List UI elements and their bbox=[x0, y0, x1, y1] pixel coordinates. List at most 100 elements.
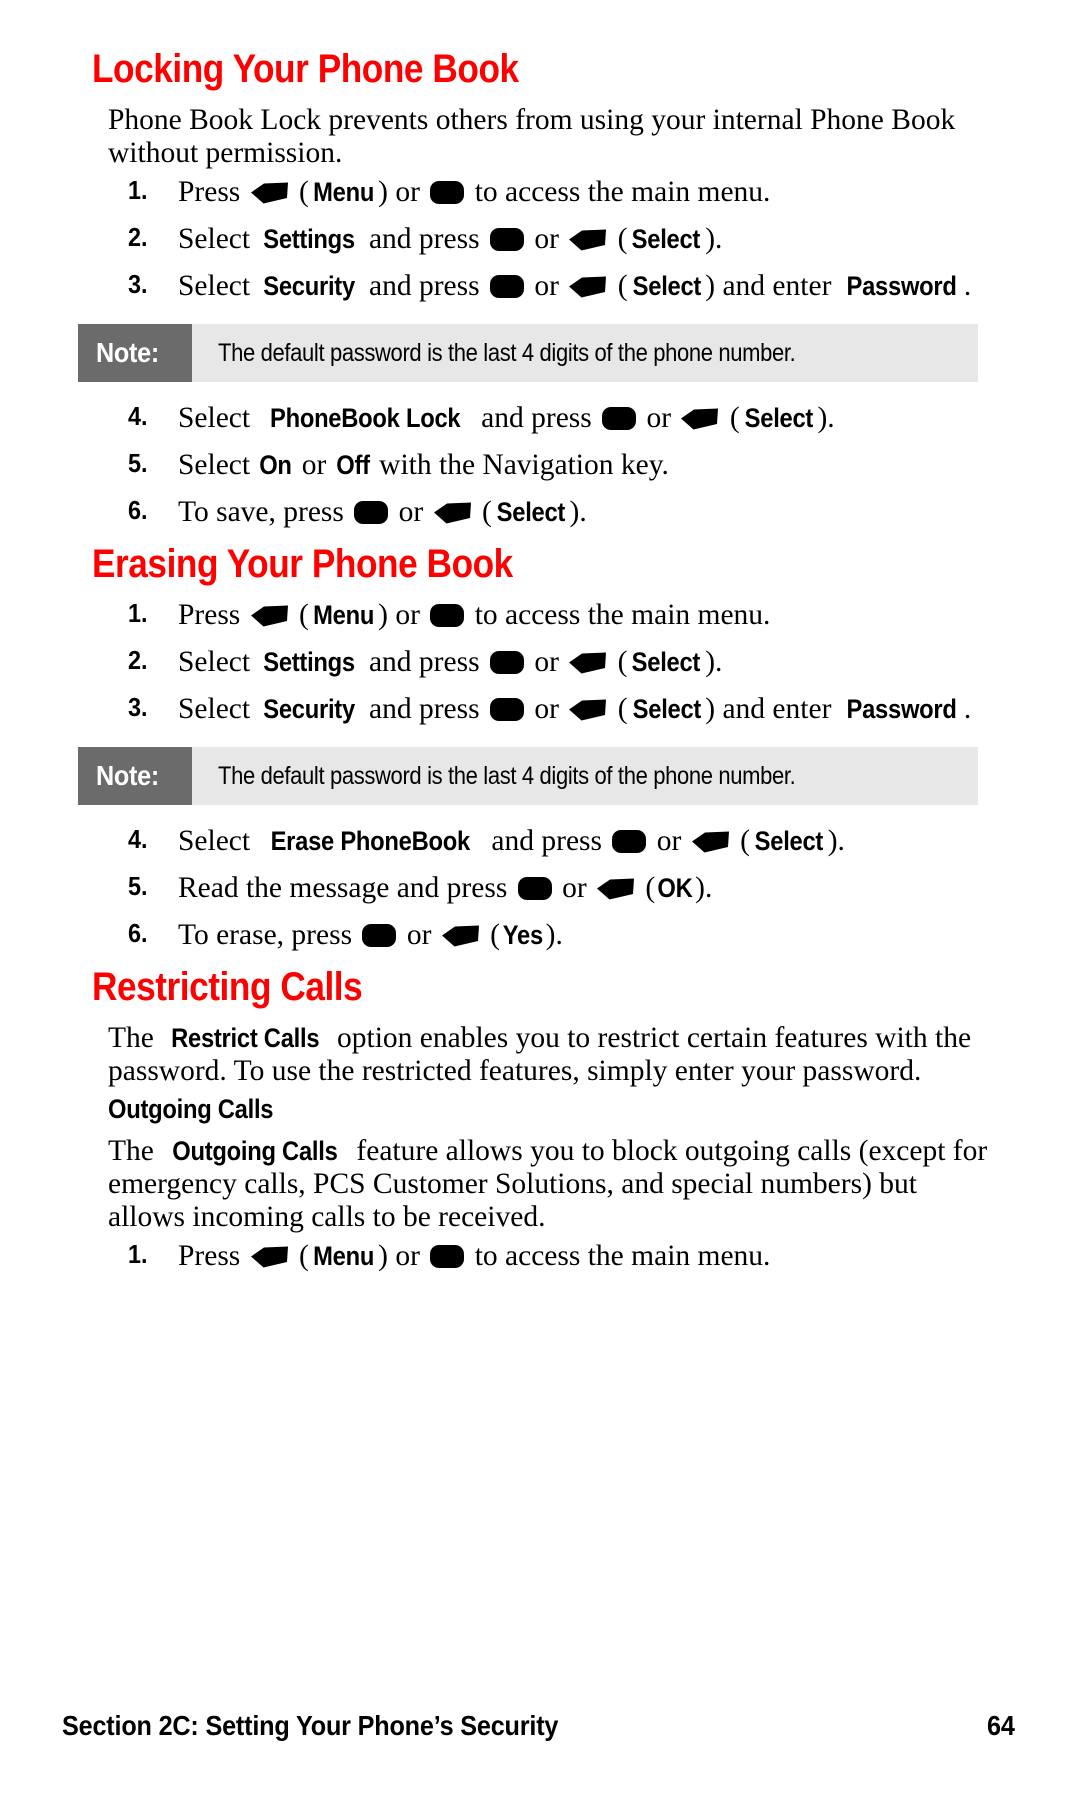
ui-term: Outgoing Calls bbox=[172, 1136, 339, 1167]
ui-term: Select bbox=[632, 647, 701, 678]
ui-term: Menu bbox=[313, 600, 375, 631]
step-item: 5. Select On or Off with the Navigation k… bbox=[70, 448, 1010, 483]
section-intro-restricting: The Restrict Calls option enables you to… bbox=[108, 1022, 972, 1088]
ui-term: Select bbox=[632, 224, 701, 255]
ok-round-button-icon bbox=[489, 275, 524, 299]
softkey-arrow-icon bbox=[681, 405, 719, 430]
section-restricting-calls: Restricting Calls The Restrict Calls opt… bbox=[70, 966, 1010, 1274]
step-text: Select Settings and press or (Select). bbox=[178, 646, 723, 679]
step-text: Read the message and press or (OK). bbox=[178, 872, 713, 905]
ok-round-button-icon bbox=[430, 1245, 465, 1269]
note-text: The default password is the last 4 digit… bbox=[218, 338, 796, 367]
step-number: 3. bbox=[128, 269, 148, 300]
ok-round-button-icon bbox=[489, 698, 524, 722]
step-number: 2. bbox=[128, 645, 148, 676]
step-text: Select Erase PhoneBook and press or (Sel… bbox=[178, 825, 845, 858]
ui-term: Password bbox=[846, 694, 957, 725]
step-item: 1. Press (Menu) or to access the main men… bbox=[70, 175, 1010, 210]
step-text: To erase, press or (Yes). bbox=[178, 919, 563, 952]
ui-term: Select bbox=[632, 271, 701, 302]
step-number: 2. bbox=[128, 222, 148, 253]
step-item: 5. Read the message and press or (OK). bbox=[70, 871, 1010, 906]
step-text: Select Security and press or (Select) an… bbox=[178, 270, 972, 303]
step-number: 5. bbox=[128, 871, 148, 902]
softkey-arrow-icon bbox=[433, 499, 472, 524]
softkey-arrow-icon bbox=[569, 226, 607, 251]
footer-section-label: Section 2C: Setting Your Phone’s Securit… bbox=[62, 1710, 559, 1741]
step-text: Select PhoneBook Lock and press or (Sele… bbox=[178, 402, 835, 435]
note-text: The default password is the last 4 digit… bbox=[218, 761, 796, 790]
steps-list-locking-1: 1. Press (Menu) or to access the main men… bbox=[70, 175, 1010, 304]
ui-term: Select bbox=[496, 497, 565, 528]
ui-term: Select bbox=[754, 826, 824, 857]
steps-list-outgoing-calls: 1. Press (Menu) or to access the main men… bbox=[70, 1240, 1010, 1274]
steps-list-erasing-1: 1. Press (Menu) or to access the main men… bbox=[70, 598, 1010, 727]
subsection-heading-outgoing-calls: Outgoing Calls bbox=[108, 1094, 274, 1125]
note-box-locking: Note: The default password is the last 4… bbox=[78, 324, 978, 383]
step-item: 1. Press (Menu) or to access the main men… bbox=[70, 598, 1010, 633]
step-number: 4. bbox=[128, 824, 148, 855]
softkey-arrow-icon bbox=[250, 602, 289, 627]
ui-term: Settings bbox=[263, 224, 356, 255]
ok-round-button-icon bbox=[602, 407, 637, 431]
ok-round-button-icon bbox=[489, 228, 524, 252]
softkey-arrow-icon bbox=[250, 179, 289, 204]
section-locking-your-phone-book: Locking Your Phone Book Phone Book Lock … bbox=[70, 48, 1010, 530]
step-item: 1. Press (Menu) or to access the main men… bbox=[70, 1240, 1010, 1274]
step-item: 6. To erase, press or (Yes). bbox=[70, 918, 1010, 953]
step-item: 2. Select Settings and press or (Select). bbox=[70, 645, 1010, 680]
step-number: 1. bbox=[128, 1239, 148, 1270]
step-number: 1. bbox=[128, 175, 148, 206]
step-text: Press (Menu) or to access the main menu. bbox=[178, 1240, 771, 1273]
ui-term: Menu bbox=[313, 1241, 375, 1272]
steps-list-locking-2: 4. Select PhoneBook Lock and press or (Se… bbox=[70, 401, 1010, 530]
step-item: 2. Select Settings and press or (Select). bbox=[70, 222, 1010, 257]
ui-term: Settings bbox=[263, 647, 356, 678]
step-item: 3. Select Security and press or (Select) … bbox=[70, 692, 1010, 727]
ok-round-button-icon bbox=[362, 924, 397, 948]
footer-page-number: 64 bbox=[987, 1710, 1015, 1741]
section-heading-restricting: Restricting Calls bbox=[92, 965, 363, 1010]
ui-term: Select bbox=[632, 694, 701, 725]
softkey-arrow-icon bbox=[569, 649, 607, 674]
step-text: Select Security and press or (Select) an… bbox=[178, 693, 972, 726]
step-number: 1. bbox=[128, 598, 148, 629]
step-item: 6. To save, press or (Select). bbox=[70, 495, 1010, 530]
ui-term: Restrict Calls bbox=[171, 1023, 320, 1054]
ui-term: PhoneBook Lock bbox=[270, 403, 461, 434]
ok-round-button-icon bbox=[517, 877, 552, 901]
softkey-arrow-icon bbox=[569, 696, 607, 721]
ui-term: OK bbox=[657, 873, 693, 904]
step-text: Select Settings and press or (Select). bbox=[178, 223, 723, 256]
step-item: 3. Select Security and press or (Select) … bbox=[70, 269, 1010, 304]
step-item: 4. Select PhoneBook Lock and press or (Se… bbox=[70, 401, 1010, 436]
step-text: Select On or Off with the Navigation key… bbox=[178, 449, 669, 482]
section-heading-erasing: Erasing Your Phone Book bbox=[92, 542, 513, 587]
subsection-intro-outgoing-calls: The Outgoing Calls feature allows you to… bbox=[108, 1135, 988, 1234]
softkey-arrow-icon bbox=[691, 828, 730, 853]
ui-term: Security bbox=[263, 271, 356, 302]
softkey-arrow-icon bbox=[441, 922, 480, 947]
step-text: To save, press or (Select). bbox=[178, 496, 587, 529]
ui-term: Security bbox=[263, 694, 356, 725]
ui-term: Password bbox=[846, 271, 957, 302]
step-number: 6. bbox=[128, 495, 148, 526]
step-item: 4. Select Erase PhoneBook and press or (S… bbox=[70, 824, 1010, 859]
note-label: Note: bbox=[78, 324, 192, 383]
ui-term: Erase PhoneBook bbox=[271, 826, 471, 857]
section-intro-locking: Phone Book Lock prevents others from usi… bbox=[108, 104, 956, 170]
step-number: 5. bbox=[128, 448, 148, 479]
ui-term: Off bbox=[335, 450, 370, 481]
step-text: Press (Menu) or to access the main menu. bbox=[178, 599, 771, 632]
ok-round-button-icon bbox=[354, 501, 389, 525]
page-footer: Section 2C: Setting Your Phone’s Securit… bbox=[62, 1710, 1018, 1742]
ui-term: On bbox=[259, 450, 293, 481]
ui-term: Menu bbox=[313, 177, 375, 208]
document-page: Locking Your Phone Book Phone Book Lock … bbox=[0, 0, 1080, 1800]
section-heading-locking: Locking Your Phone Book bbox=[92, 47, 519, 91]
ok-round-button-icon bbox=[430, 604, 465, 628]
section-erasing-your-phone-book: Erasing Your Phone Book 1. Press (Menu) o… bbox=[70, 543, 1010, 953]
ok-round-button-icon bbox=[612, 830, 647, 854]
note-box-erasing: Note: The default password is the last 4… bbox=[78, 747, 978, 806]
step-text: Press (Menu) or to access the main menu. bbox=[178, 176, 771, 209]
